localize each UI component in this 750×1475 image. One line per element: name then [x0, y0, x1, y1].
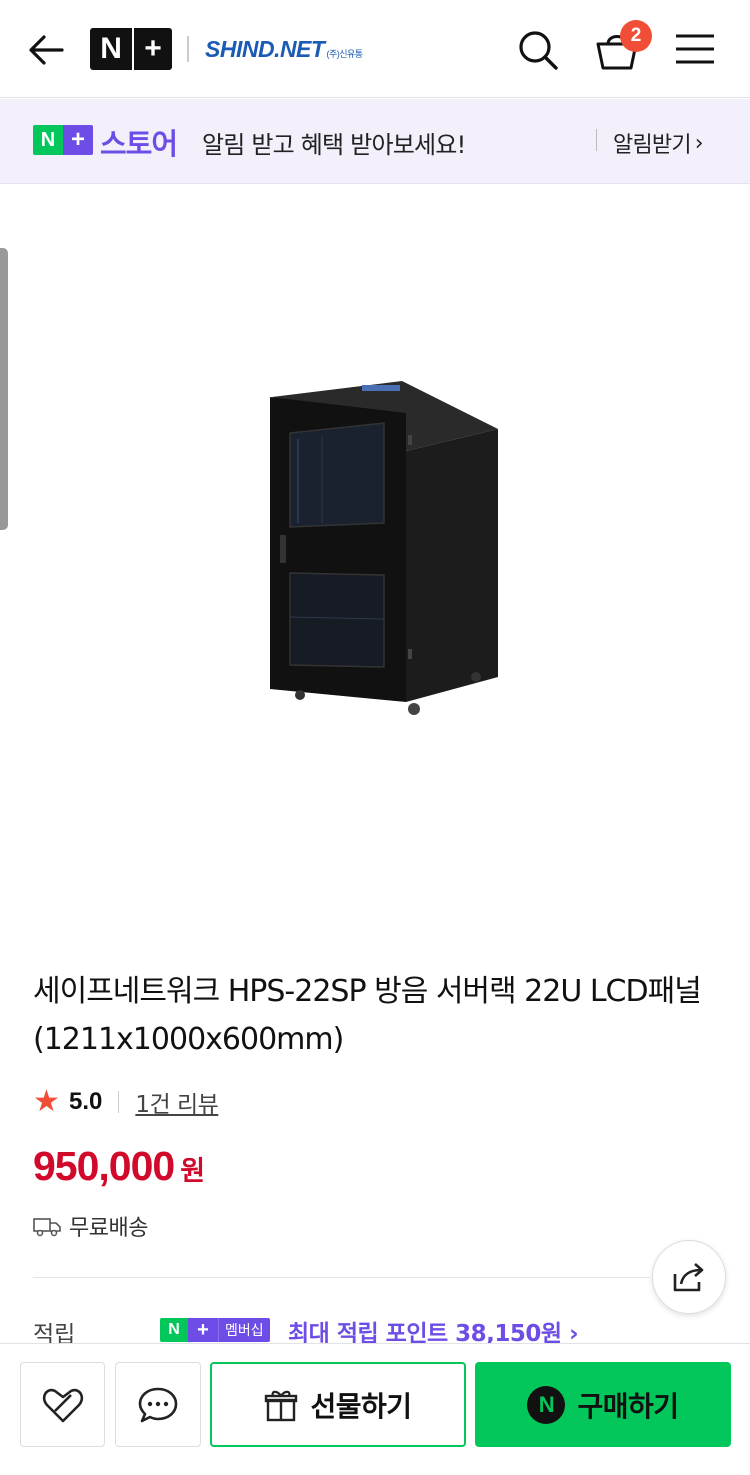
membership-badge-n: N: [160, 1318, 188, 1342]
np-logo-n: N: [100, 32, 122, 65]
price-unit: 원: [180, 1156, 206, 1187]
search-icon: [519, 31, 558, 70]
back-button[interactable]: [26, 30, 66, 70]
banner-message: 알림 받고 혜택 받아보세요!: [202, 131, 466, 159]
heart-tag-icon: [42, 1388, 83, 1422]
np-logo-plus: +: [144, 32, 162, 65]
chat-bubble-icon: [138, 1387, 178, 1422]
np-logo-separator: [132, 28, 135, 70]
notify-button[interactable]: 알림받기 ›: [613, 127, 704, 159]
share-icon: [673, 1263, 704, 1292]
banner-divider: [596, 129, 597, 151]
product-title: 세이프네트워크 HPS-22SP 방음 서버랙 22U LCD패널 (1211x…: [33, 974, 702, 1057]
shop-logo-sub: (주)신유통: [326, 49, 363, 59]
shipping-text: 무료배송: [69, 1216, 148, 1241]
naver-pay-icon: N: [527, 1385, 566, 1424]
top-header: N + SHIND.NET (주)신유통 2: [0, 0, 750, 98]
back-arrow-icon: [29, 35, 64, 65]
shop-logo[interactable]: SHIND.NET (주)신유통: [205, 36, 363, 63]
notify-label: 알림받기: [613, 133, 692, 158]
chevron-right-icon: ›: [694, 130, 704, 156]
wishlist-button[interactable]: [20, 1362, 105, 1447]
buy-button[interactable]: N 구매하기: [475, 1362, 731, 1447]
truck-icon: [33, 1218, 61, 1237]
review-link[interactable]: 1건 리뷰: [135, 1085, 218, 1119]
rating-value: 5.0: [69, 1088, 103, 1115]
store-label: 스토어: [100, 127, 178, 161]
membership-badge: N + 멤버십: [160, 1318, 270, 1342]
talk-talk-button[interactable]: [115, 1362, 201, 1447]
section-divider: [33, 1277, 650, 1278]
rating-row: ★ 5.0 1건 리뷰: [33, 1084, 219, 1120]
gift-icon: [265, 1390, 298, 1421]
price-row: 950,000 원: [33, 1143, 205, 1190]
buy-label: 구매하기: [577, 1389, 679, 1423]
cart-count-badge: 2: [620, 20, 652, 52]
carousel-scrollbar[interactable]: [0, 248, 8, 530]
server-rack-image: [270, 381, 498, 715]
naver-plus-logo[interactable]: N +: [90, 28, 172, 70]
rating-divider: [118, 1091, 120, 1113]
share-button[interactable]: [652, 1240, 726, 1314]
hamburger-menu-icon: [676, 34, 714, 64]
badge-plus: +: [63, 125, 93, 155]
naver-plus-store-badge: N +: [33, 125, 93, 155]
search-button[interactable]: [516, 28, 560, 72]
logo-divider: [187, 36, 189, 62]
gift-label: 선물하기: [310, 1389, 412, 1423]
badge-n: N: [33, 125, 63, 155]
shop-logo-text: SHIND.NET: [205, 36, 325, 62]
gift-button[interactable]: 선물하기: [210, 1362, 466, 1447]
price: 950,000: [33, 1143, 175, 1189]
membership-badge-plus: +: [188, 1318, 218, 1342]
membership-badge-label: 멤버십: [218, 1318, 270, 1342]
star-icon: ★: [33, 1084, 60, 1119]
shipping-row: 무료배송: [33, 1210, 148, 1242]
menu-button[interactable]: [674, 32, 716, 66]
